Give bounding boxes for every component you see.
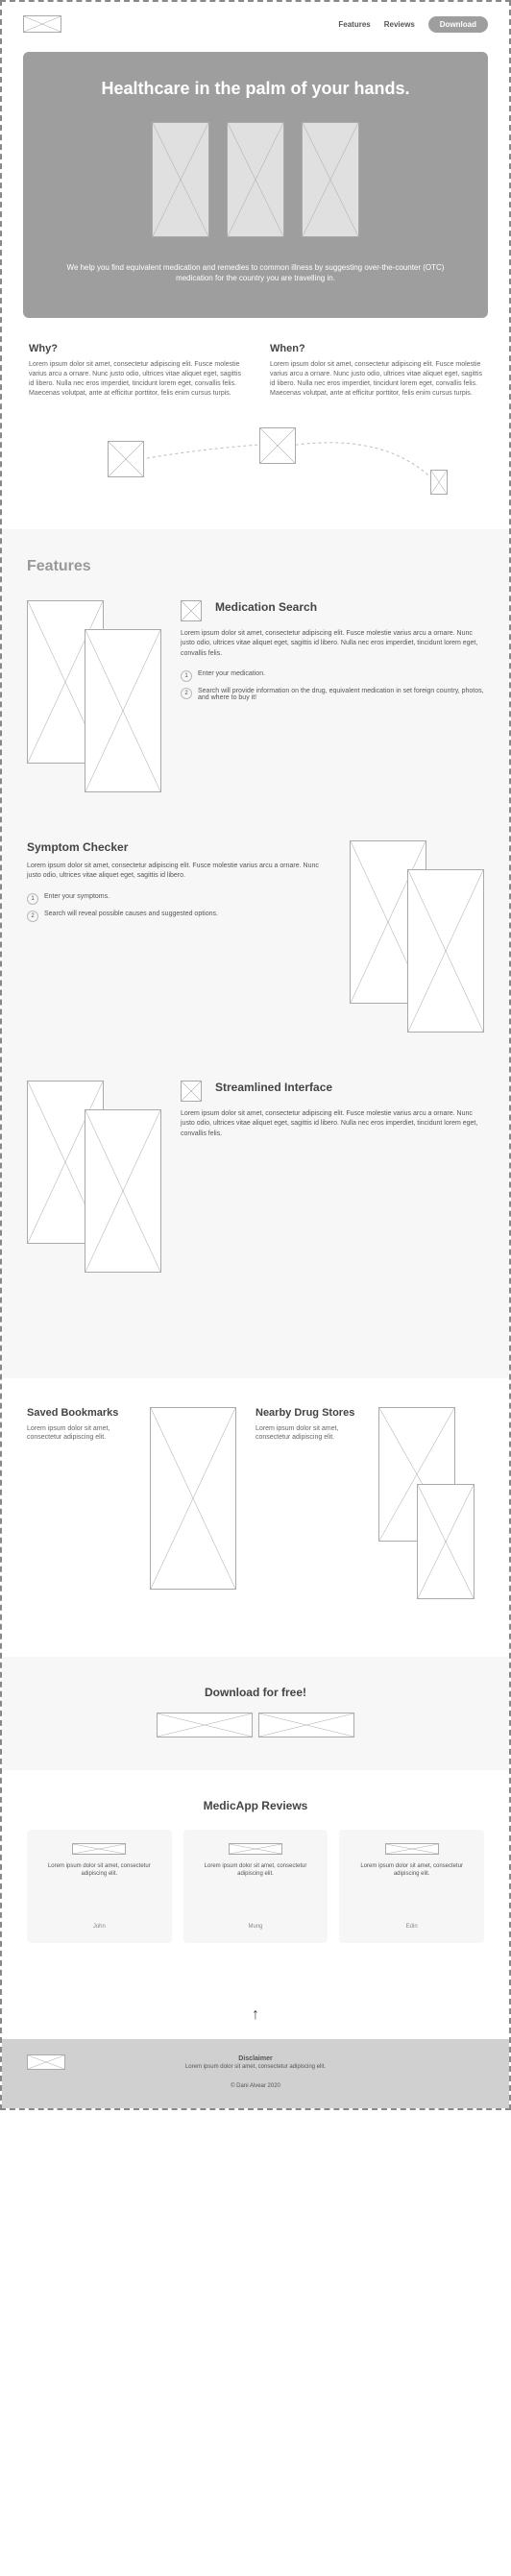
- feature-streamlined-interface: Streamlined Interface Lorem ipsum dolor …: [27, 1081, 484, 1273]
- scroll-top-button[interactable]: ↑: [2, 1991, 509, 2039]
- bookmarks-screenshot: [150, 1407, 236, 1590]
- feature-screenshot: [85, 1109, 161, 1273]
- feature-body: Lorem ipsum dolor sit amet, consectetur …: [181, 1109, 484, 1140]
- review-card: Lorem ipsum dolor sit amet, consectetur …: [27, 1830, 172, 1944]
- download-button[interactable]: Download: [428, 16, 488, 33]
- feature-title: Medication Search: [215, 600, 317, 614]
- review-text: Lorem ipsum dolor sit amet, consectetur …: [351, 1862, 473, 1879]
- illustration-image: [108, 441, 144, 477]
- illustration-image: [259, 427, 296, 464]
- feature-symptom-checker: Symptom Checker Lorem ipsum dolor sit am…: [27, 840, 484, 1033]
- feature-step: Enter your symptoms.: [44, 893, 110, 905]
- hero-title: Healthcare in the palm of your hands.: [52, 79, 459, 99]
- feature-body: Lorem ipsum dolor sit amet, consectetur …: [181, 629, 484, 660]
- logo: [23, 15, 61, 33]
- feature-title: Streamlined Interface: [215, 1081, 332, 1094]
- copyright: © Dani Alvear 2020: [231, 2083, 280, 2089]
- feature-screenshot: [407, 869, 484, 1033]
- drugstores-screenshot: [417, 1484, 474, 1599]
- feature-screenshot: [85, 629, 161, 792]
- header: Features Reviews Download: [2, 2, 509, 46]
- hero-subtitle: We help you find equivalent medication a…: [52, 262, 459, 283]
- hero-screenshot: [302, 122, 359, 237]
- nav-reviews[interactable]: Reviews: [384, 20, 415, 29]
- when-body: Lorem ipsum dolor sit amet, consectetur …: [270, 360, 482, 398]
- bookmarks-body: Lorem ipsum dolor sit amet, consectetur …: [27, 1424, 131, 1444]
- reviews-title: MedicApp Reviews: [27, 1799, 484, 1812]
- why-title: Why?: [29, 343, 241, 354]
- disclaimer-title: Disclaimer: [65, 2055, 446, 2062]
- download-section: Download for free!: [2, 1657, 509, 1770]
- drugstores-body: Lorem ipsum dolor sit amet, consectetur …: [256, 1424, 359, 1444]
- review-author: Mung: [195, 1924, 317, 1930]
- disclaimer-body: Lorem ipsum dolor sit amet, consectetur …: [185, 2064, 326, 2070]
- drugstores-title: Nearby Drug Stores: [256, 1407, 359, 1419]
- hero-screenshot: [227, 122, 284, 237]
- feature-title: Symptom Checker: [27, 840, 330, 854]
- app-store-button[interactable]: [157, 1713, 253, 1738]
- feature-icon: [181, 1081, 202, 1102]
- stars-icon: [385, 1843, 439, 1855]
- review-author: John: [38, 1924, 160, 1930]
- stars-icon: [229, 1843, 282, 1855]
- when-title: When?: [270, 343, 482, 354]
- nav-features[interactable]: Features: [338, 20, 370, 29]
- features-section: Features Medication Search Lorem ipsum d…: [2, 529, 509, 1378]
- feature-medication-search: Medication Search Lorem ipsum dolor sit …: [27, 600, 484, 792]
- stars-icon: [72, 1843, 126, 1855]
- why-body: Lorem ipsum dolor sit amet, consectetur …: [29, 360, 241, 398]
- feature-body: Lorem ipsum dolor sit amet, consectetur …: [27, 862, 330, 882]
- review-text: Lorem ipsum dolor sit amet, consectetur …: [195, 1862, 317, 1879]
- footer-logo: [27, 2054, 65, 2070]
- play-store-button[interactable]: [258, 1713, 354, 1738]
- illustration-image: [430, 470, 448, 495]
- hero: Healthcare in the palm of your hands. We…: [23, 52, 488, 318]
- download-title: Download for free!: [2, 1686, 509, 1699]
- bookmarks-drugstores: Saved Bookmarks Lorem ipsum dolor sit am…: [2, 1378, 509, 1657]
- feature-step: Search will reveal possible causes and s…: [44, 911, 218, 922]
- review-text: Lorem ipsum dolor sit amet, consectetur …: [38, 1862, 160, 1879]
- review-card: Lorem ipsum dolor sit amet, consectetur …: [339, 1830, 484, 1944]
- review-author: Edin: [351, 1924, 473, 1930]
- review-card: Lorem ipsum dolor sit amet, consectetur …: [183, 1830, 328, 1944]
- bookmarks-title: Saved Bookmarks: [27, 1407, 131, 1419]
- feature-step: Enter your medication.: [198, 670, 265, 682]
- features-heading: Features: [27, 558, 484, 575]
- transition-illustration: [23, 424, 488, 510]
- feature-icon: [181, 600, 202, 621]
- hero-screenshot: [152, 122, 209, 237]
- footer: Disclaimer Lorem ipsum dolor sit amet, c…: [2, 2039, 509, 2108]
- why-when: Why? Lorem ipsum dolor sit amet, consect…: [2, 318, 509, 423]
- reviews-section: MedicApp Reviews Lorem ipsum dolor sit a…: [2, 1770, 509, 1992]
- feature-step: Search will provide information on the d…: [198, 688, 484, 701]
